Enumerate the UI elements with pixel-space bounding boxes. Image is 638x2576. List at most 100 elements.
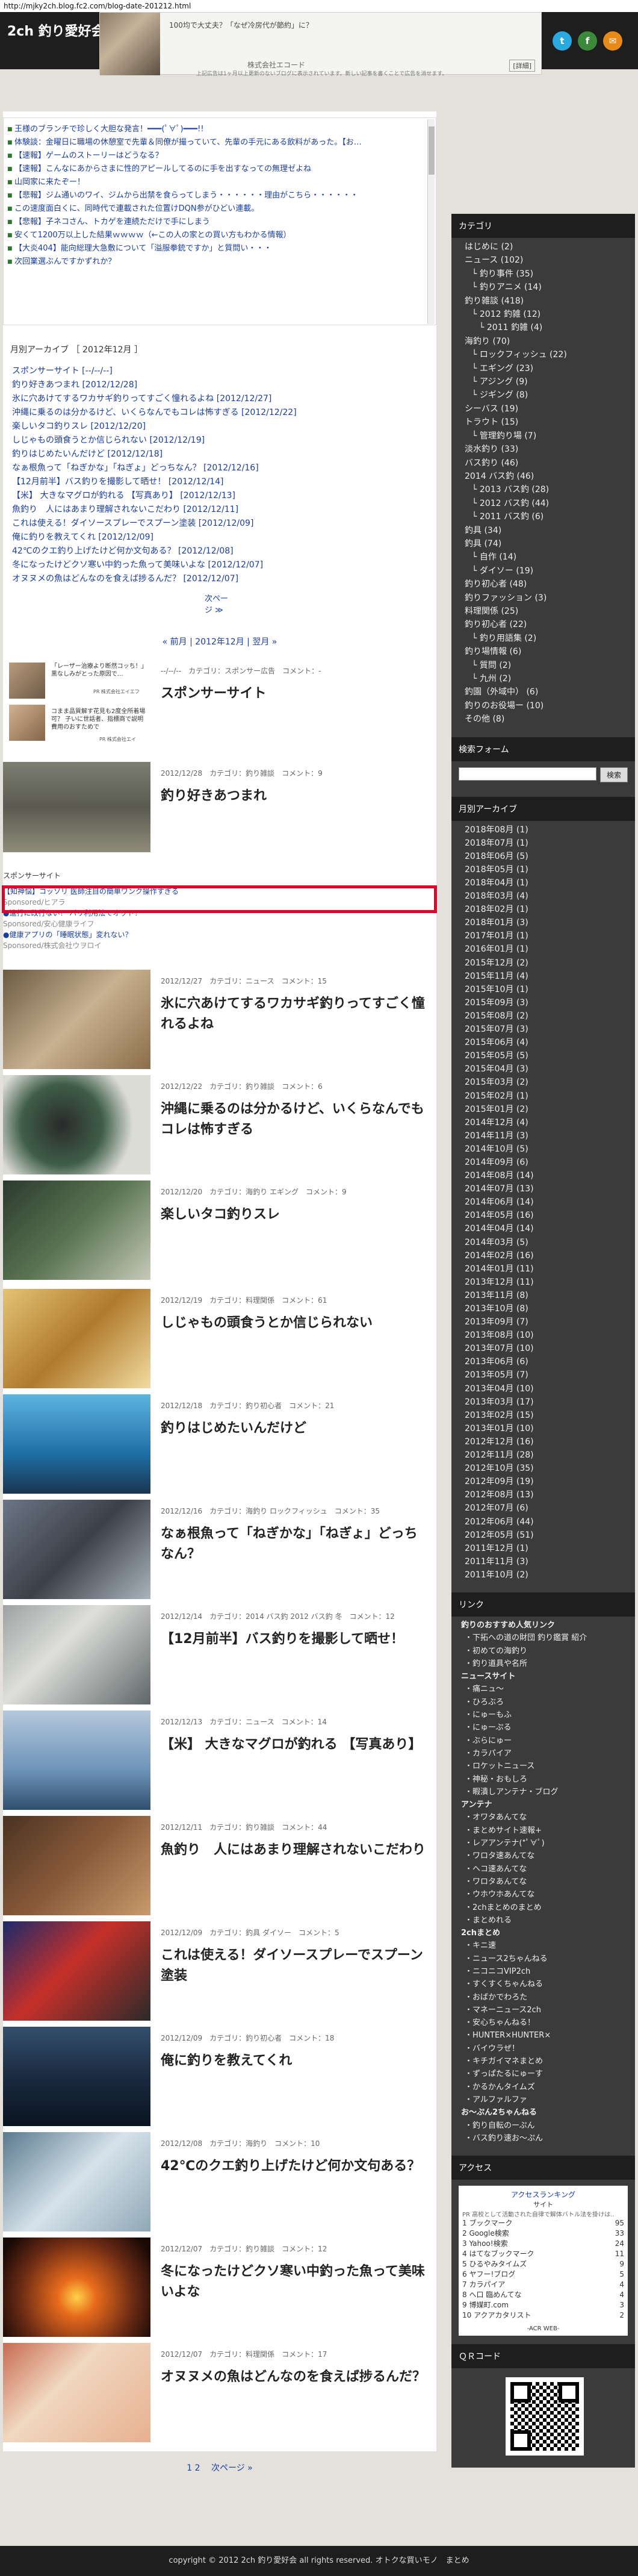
archive-month-item[interactable]: 2014年05月 (16): [451, 1209, 635, 1222]
category-item[interactable]: その他 (8): [451, 713, 635, 726]
link-item[interactable]: ・オワタあんてな: [451, 1811, 635, 1824]
archive-month-item[interactable]: 2013年08月 (10): [451, 1329, 635, 1342]
access-row[interactable]: 1 ブックマーク 95: [462, 2218, 624, 2228]
archive-month-item[interactable]: 2013年09月 (7): [451, 1315, 635, 1329]
top-ad-banner[interactable]: 100均で大丈夫？「なぜ冷房代が節約」に？ 株式会社エコード [詳細] 上記広告…: [99, 12, 542, 77]
archive-month-item[interactable]: 2013年03月 (17): [451, 1396, 635, 1409]
search-button[interactable]: 検索: [599, 767, 628, 782]
post-title[interactable]: 氷に穴あけてするワカサギ釣りってすごく憧れるよね: [161, 994, 426, 1035]
category-item[interactable]: 料理関係 (25): [451, 605, 635, 618]
news-item[interactable]: 体験談：金曜日に職場の休憩室で先輩＆同僚が撮っていて、先輩の手元にある飲料があっ…: [7, 136, 423, 149]
link-item[interactable]: ・レアアンテナ(*ﾟ∀ﾟ): [451, 1837, 635, 1850]
category-item[interactable]: └ 2011 釣雑 (4): [451, 321, 635, 334]
post-title[interactable]: 俺に釣りを教えてくれ: [161, 2051, 426, 2071]
post-thumbnail[interactable]: [3, 1180, 150, 1280]
post-thumbnail[interactable]: [3, 1394, 150, 1494]
archive-month-item[interactable]: 2011年10月 (2): [451, 1568, 635, 1582]
link-item[interactable]: ・HUNTER×HUNTER×: [451, 2029, 635, 2042]
search-input[interactable]: [459, 767, 596, 781]
link-item[interactable]: ・にゅーぷる: [451, 1721, 635, 1734]
post-title[interactable]: 【米】 大きなマグロが釣れる 【写真あり】: [161, 1735, 426, 1755]
archive-item[interactable]: 【12月前半】バス釣りを撮影して晒せ！ [2012/12/14]: [12, 475, 427, 489]
link-item[interactable]: ・ウホウホあんてな: [451, 1888, 635, 1901]
archive-month-item[interactable]: 2018年01月 (3): [451, 916, 635, 929]
link-item[interactable]: ・かるかんタイムズ: [451, 2081, 635, 2094]
news-item[interactable]: 安くて1200万以上した結果ｗｗｗｗ（←この人の家との買い方もわかる情報）: [7, 229, 423, 242]
access-site[interactable]: 5 ひるやみタイムズ: [462, 2259, 527, 2269]
archive-item[interactable]: 冬になったけどクソ寒い中釣った魚って美味いよな [2012/12/07]: [12, 558, 427, 572]
archive-month-item[interactable]: 2014年03月 (5): [451, 1236, 635, 1249]
archive-month-item[interactable]: 2012年11月 (28): [451, 1449, 635, 1462]
archive-month-item[interactable]: 2015年09月 (3): [451, 996, 635, 1009]
archive-month-item[interactable]: 2015年08月 (2): [451, 1009, 635, 1023]
archive-month-item[interactable]: 2014年02月 (16): [451, 1249, 635, 1262]
access-row[interactable]: 10 アクアカタリスト 2: [462, 2310, 624, 2321]
link-item[interactable]: ・神秘・おもしろ: [451, 1773, 635, 1786]
access-site[interactable]: 9 博媒町.com: [462, 2300, 509, 2310]
category-item[interactable]: 釣り初心者 (22): [451, 618, 635, 631]
category-item[interactable]: └ 釣り事件 (35): [451, 267, 635, 281]
news-item[interactable]: 【大炎404】能向総理大急敷について「溢服拳銃ですか」と質問い・・・: [7, 242, 423, 255]
post-title[interactable]: なぁ根魚って「ねぎかな」「ねぎょ」どっちなん？: [161, 1524, 426, 1565]
category-item[interactable]: 釣り雑談 (418): [451, 295, 635, 308]
archive-month-item[interactable]: 2013年10月 (8): [451, 1302, 635, 1315]
category-item[interactable]: シーバス (19): [451, 402, 635, 416]
link-item[interactable]: ・痛ニュ〜: [451, 1683, 635, 1695]
archive-month-item[interactable]: 2015年12月 (2): [451, 956, 635, 970]
news-item[interactable]: 【悲報】ジム通いのワイ、ジムから出禁を食らってしまう・・・・・・理由がこちら・・…: [7, 189, 423, 202]
archive-month-item[interactable]: 2018年05月 (1): [451, 863, 635, 876]
link-item[interactable]: ・キニ速: [451, 1939, 635, 1952]
archive-item[interactable]: オヌヌメの魚はどんなのを食えば捗るんだ？ [2012/12/07]: [12, 572, 427, 586]
month-pager[interactable]: « 前月 | 2012年12月 | 翌月 »: [3, 635, 436, 647]
post-title[interactable]: 42℃のクエ釣り上げたけど何か文句ある？: [161, 2156, 426, 2177]
archive-month-item[interactable]: 2013年12月 (11): [451, 1276, 635, 1289]
archive-month-item[interactable]: 2011年11月 (3): [451, 1555, 635, 1568]
archive-month-item[interactable]: 2015年11月 (4): [451, 970, 635, 983]
post-title[interactable]: 冬になったけどクソ寒い中釣った魚って美味いよな: [161, 2262, 426, 2303]
link-item[interactable]: ・ニコニコVIP2ch: [451, 1965, 635, 1978]
archive-month-item[interactable]: 2013年01月 (10): [451, 1422, 635, 1435]
archive-item[interactable]: 【米】 大きなマグロが釣れる 【写真あり】 [2012/12/13]: [12, 489, 427, 503]
sponsor-ad-image-2[interactable]: [9, 705, 45, 741]
link-item[interactable]: ・ぶらにゅー: [451, 1735, 635, 1747]
archive-month-item[interactable]: 2018年02月 (1): [451, 903, 635, 916]
category-item[interactable]: └ ダイソー (19): [451, 564, 635, 578]
access-site[interactable]: 8 へ口 臨めんてな: [462, 2290, 522, 2300]
archive-month-item[interactable]: 2013年07月 (10): [451, 1342, 635, 1355]
archive-month-item[interactable]: 2015年03月 (2): [451, 1076, 635, 1089]
archive-month-item[interactable]: 2012年12月 (16): [451, 1435, 635, 1449]
archive-item[interactable]: 沖縄に乗るのは分かるけど、いくらなんでもコレは怖すぎる [2012/12/22]: [12, 406, 427, 420]
category-item[interactable]: 淡水釣り (33): [451, 443, 635, 456]
post-title[interactable]: 【12月前半】バス釣りを撮影して晒せ！: [161, 1629, 426, 1650]
news-item[interactable]: 【速報】ゲームのストーリーはどうなる？: [7, 149, 423, 163]
category-item[interactable]: 釣園（外域中） (6): [451, 685, 635, 699]
archive-month-item[interactable]: 2018年08月 (1): [451, 823, 635, 837]
archive-month-item[interactable]: 2015年01月 (2): [451, 1103, 635, 1116]
link-item[interactable]: ・マネーニュース2ch: [451, 2004, 635, 2016]
page-navigation[interactable]: 1 2 次ページ »: [3, 2457, 436, 2479]
archive-month-item[interactable]: 2015年10月 (1): [451, 983, 635, 996]
category-item[interactable]: └ 自作 (14): [451, 550, 635, 564]
news-item[interactable]: 【悲報】子ネコさん、トカゲを連続ただけで手にしまう: [7, 216, 423, 229]
sponsor-ad-text-1[interactable]: 「レーザー治療より断然コッち！」黒なしみがとった原因で…: [51, 663, 147, 678]
category-item[interactable]: バス釣り (46): [451, 457, 635, 470]
post-thumbnail[interactable]: [3, 1605, 150, 1704]
ad-headline[interactable]: 100均で大丈夫？「なぜ冷房代が節約」に？: [169, 20, 313, 30]
link-item[interactable]: ・ワロタあんてな: [451, 1876, 635, 1888]
archive-month-item[interactable]: 2018年06月 (5): [451, 850, 635, 863]
archive-month-item[interactable]: 2014年12月 (4): [451, 1116, 635, 1129]
post-title[interactable]: しじゃもの頭食うとか信じられない: [161, 1313, 426, 1333]
link-item[interactable]: ・暇潰しアンテナ・ブログ: [451, 1786, 635, 1798]
category-item[interactable]: 釣り初心者 (48): [451, 578, 635, 591]
archive-month-item[interactable]: 2017年01月 (1): [451, 929, 635, 943]
category-item[interactable]: 海釣り (70): [451, 335, 635, 348]
link-item[interactable]: ・安心ちゃんねる！: [451, 2016, 635, 2029]
link-item[interactable]: ・にゅーもふ: [451, 1709, 635, 1721]
archive-item[interactable]: 釣りはじめたいんだけど [2012/12/18]: [12, 448, 427, 461]
post-thumbnail[interactable]: [3, 1289, 150, 1388]
post-thumbnail[interactable]: [3, 2343, 150, 2442]
sponsor-ad-text-2[interactable]: コまま品質解す花見も2度全所着場可？ 子いに世話者、指標商で説明費用のおすためで: [51, 708, 147, 731]
link-item[interactable]: ・バス釣り速お～ぷん: [451, 2132, 635, 2145]
post-title[interactable]: これは使える！ダイソースプレーでスプーン塗装: [161, 1945, 426, 1986]
access-ranking-head[interactable]: アクセスランキング: [462, 2189, 624, 2200]
